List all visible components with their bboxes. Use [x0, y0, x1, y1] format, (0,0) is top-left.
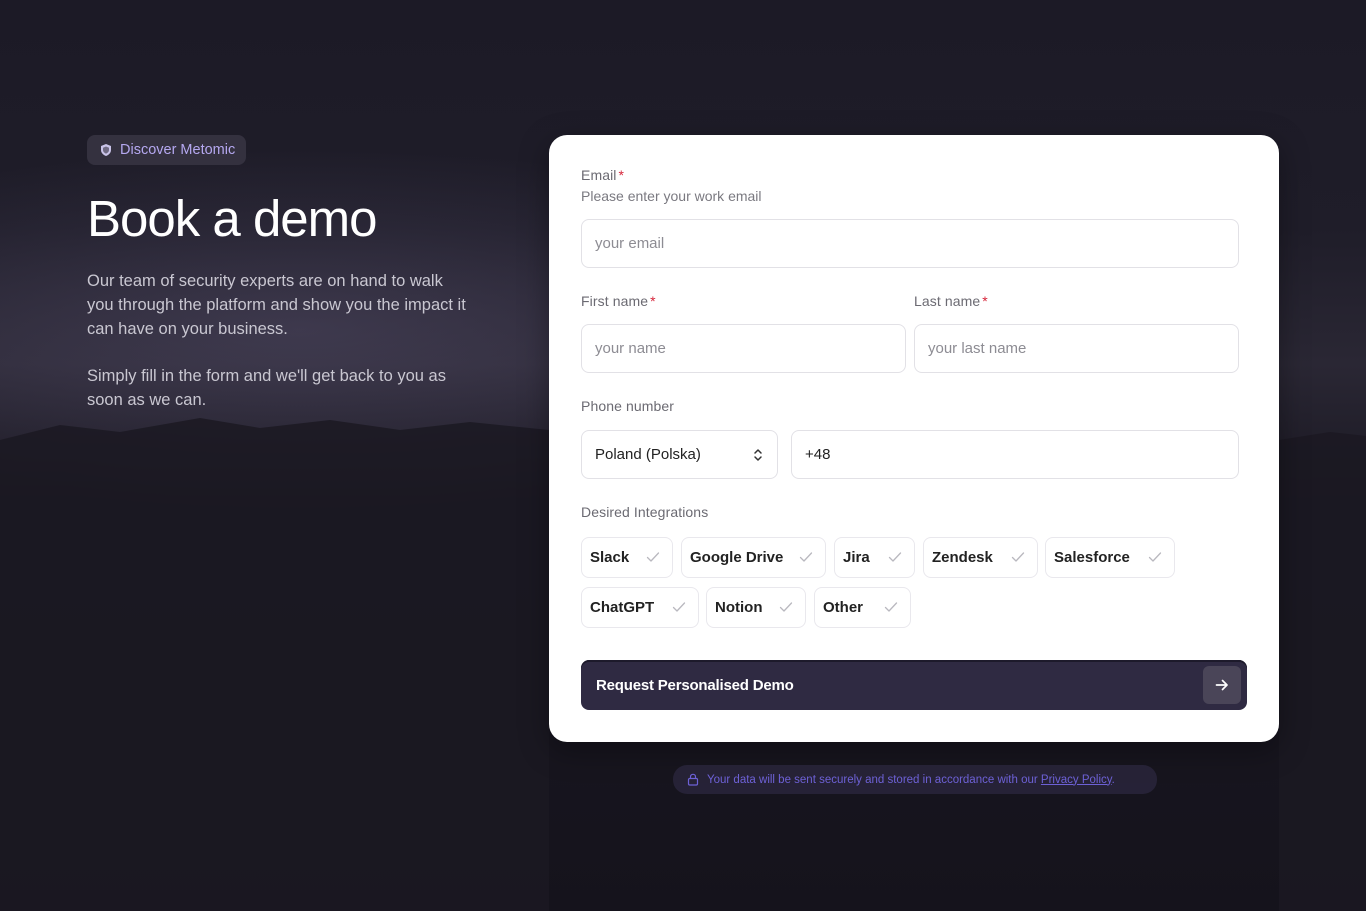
intro-paragraph-secondary: Simply fill in the form and we'll get ba… — [87, 367, 446, 409]
integration-chip-google-drive[interactable]: Google Drive — [681, 537, 826, 578]
last-name-placeholder: your last name — [928, 340, 1027, 357]
privacy-text-body: Your data will be sent securely and stor… — [707, 773, 1038, 786]
integration-chip-salesforce[interactable]: Salesforce — [1045, 537, 1175, 578]
demo-form-card: Email * Please enter your work email your… — [549, 135, 1279, 742]
email-label-text: Email — [581, 167, 617, 183]
phone-label: Phone number — [581, 398, 675, 414]
check-icon — [888, 552, 902, 562]
check-icon — [884, 602, 898, 612]
check-icon — [1148, 552, 1162, 562]
page-title: Book a demo — [87, 190, 378, 247]
first-name-input[interactable]: your name — [581, 324, 906, 373]
email-label: Email * — [581, 167, 624, 183]
email-hint: Please enter your work email — [581, 188, 762, 204]
integration-chip-label: Jira — [843, 549, 870, 566]
first-name-label-text: First name — [581, 293, 649, 309]
check-icon — [799, 552, 813, 562]
chevron-up-down-icon — [754, 449, 762, 461]
integration-chip-label: Notion — [715, 599, 763, 616]
integration-chip-notion[interactable]: Notion — [706, 587, 806, 628]
check-icon — [1011, 552, 1025, 562]
lock-icon — [687, 773, 699, 786]
integration-chip-zendesk[interactable]: Zendesk — [923, 537, 1038, 578]
intro-section: Discover Metomic Book a demo Our team of… — [87, 135, 467, 412]
integration-chip-slack[interactable]: Slack — [581, 537, 673, 578]
integration-chip-other[interactable]: Other — [814, 587, 911, 628]
integration-chip-label: Other — [823, 599, 864, 616]
shield-icon — [101, 144, 111, 156]
integration-chip-label: ChatGPT — [590, 599, 655, 616]
discover-badge-label: Discover Metomic — [120, 142, 236, 158]
first-name-label: First name * — [581, 293, 656, 309]
integration-chip-label: Salesforce — [1054, 549, 1130, 566]
privacy-notice: Your data will be sent securely and stor… — [673, 765, 1157, 794]
privacy-text: Your data will be sent securely and stor… — [707, 774, 1115, 786]
integration-chip-label: Slack — [590, 549, 630, 566]
country-select[interactable]: Poland (Polska) — [581, 430, 778, 479]
check-icon — [672, 602, 686, 612]
privacy-text-suffix: . — [1111, 773, 1115, 786]
last-name-input[interactable]: your last name — [914, 324, 1239, 373]
check-icon — [646, 552, 660, 562]
integration-chip-label: Zendesk — [932, 549, 993, 566]
intro-paragraph: Our team of security experts are on hand… — [87, 272, 466, 338]
email-placeholder: your email — [595, 235, 665, 252]
integration-chip-label: Google Drive — [690, 549, 784, 566]
first-name-placeholder: your name — [595, 340, 666, 357]
required-marker: * — [650, 293, 656, 309]
required-marker: * — [618, 167, 625, 183]
required-marker: * — [982, 293, 988, 309]
last-name-label: Last name * — [914, 293, 988, 309]
integration-chip-chatgpt[interactable]: ChatGPT — [581, 587, 699, 628]
phone-number-input[interactable]: +48 — [791, 430, 1239, 479]
request-demo-button-label: Request Personalised Demo — [596, 676, 794, 694]
phone-number-value: +48 — [805, 446, 831, 463]
email-input[interactable]: your email — [581, 219, 1239, 268]
privacy-policy-link[interactable]: Privacy Policy — [1041, 774, 1112, 786]
integrations-label: Desired Integrations — [581, 504, 709, 520]
country-select-value: Poland (Polska) — [595, 446, 701, 463]
integration-chip-jira[interactable]: Jira — [834, 537, 915, 578]
arrow-right-icon — [1203, 666, 1241, 704]
request-demo-button[interactable]: Request Personalised Demo — [581, 660, 1247, 710]
last-name-label-text: Last name — [914, 293, 981, 309]
check-icon — [779, 602, 793, 612]
discover-badge[interactable]: Discover Metomic — [87, 135, 247, 165]
